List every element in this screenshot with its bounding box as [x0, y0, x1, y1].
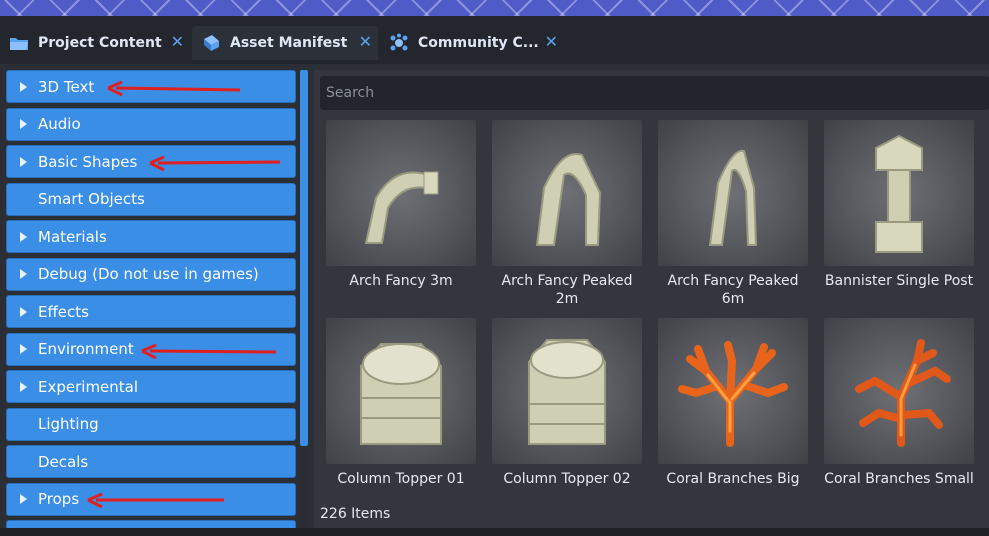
asset-label: Coral Branches Big [666, 471, 800, 487]
category-smart-objects[interactable]: Smart Objects [6, 182, 296, 216]
expand-triangle-icon[interactable] [20, 81, 27, 92]
category-label: Smart Objects [38, 190, 145, 208]
asset-card-coral-branches-small[interactable]: Coral Branches Small [824, 318, 974, 488]
arch-peaked-thin-icon [708, 149, 758, 246]
category-lighting[interactable]: Lighting [6, 407, 296, 441]
post-icon [875, 134, 923, 253]
category-label: 3D Text [38, 77, 95, 96]
expand-triangle-icon[interactable] [20, 494, 27, 504]
annotation-arrow-icon [141, 343, 277, 359]
category-experimental[interactable]: Experimental [6, 370, 296, 403]
asset-card-arch-fancy-3m[interactable]: Arch Fancy 3m [326, 120, 476, 290]
expand-triangle-icon[interactable] [20, 269, 27, 279]
asset-card-arch-fancy-peaked-2m[interactable]: Arch Fancy Peaked 2m [492, 120, 642, 308]
bottom-bar [0, 528, 989, 536]
asset-card-coral-branches-big[interactable]: Coral Branches Big [658, 318, 808, 488]
coral-icon [855, 339, 951, 447]
tab-project-content[interactable]: Project Content ✕ [0, 26, 190, 60]
category-sidebar: 3D Text Audio Basic Shapes Smart Objects… [6, 70, 298, 532]
community-icon [388, 32, 410, 54]
asset-thumbnail[interactable] [326, 318, 476, 464]
category-label: Props [38, 490, 80, 508]
asset-thumbnail[interactable] [658, 120, 808, 266]
asset-label: Bannister Single Post [824, 273, 974, 289]
asset-thumbnail[interactable] [492, 318, 642, 464]
search-input[interactable]: Search [320, 76, 989, 110]
asset-label: Arch Fancy 3m [349, 273, 453, 289]
tab-label: Project Content [38, 35, 162, 51]
asset-thumbnail[interactable] [492, 120, 642, 266]
arch-peaked-icon [535, 152, 602, 246]
category-label: Materials [38, 227, 107, 246]
tab-label: Community C... [418, 35, 539, 51]
book-icon [200, 32, 222, 54]
asset-label: Column Topper 02 [503, 471, 631, 487]
category-label: Lighting [38, 415, 99, 433]
category-decals[interactable]: Decals [6, 445, 296, 478]
expand-triangle-icon[interactable] [20, 306, 27, 317]
category-label: Basic Shapes [38, 152, 138, 171]
coral-icon [678, 341, 788, 447]
asset-card-column-topper-01[interactable]: Column Topper 01 [326, 318, 476, 488]
asset-thumbnail[interactable] [326, 120, 476, 266]
category-debug[interactable]: Debug (Do not use in games) [6, 257, 296, 291]
asset-label: Arch Fancy Peaked 6m [667, 273, 799, 307]
annotation-arrow-icon [87, 492, 224, 508]
expand-triangle-icon[interactable] [20, 156, 27, 167]
expand-triangle-icon[interactable] [20, 119, 27, 129]
close-icon[interactable]: ✕ [171, 32, 184, 51]
asset-card-bannister-single-post[interactable]: Bannister Single Post [824, 120, 974, 290]
expand-triangle-icon[interactable] [20, 231, 27, 242]
asset-card-column-topper-02[interactable]: Column Topper 02 [492, 318, 642, 488]
column-topper-icon [528, 339, 606, 445]
folder-icon [8, 32, 30, 54]
category-label: Environment [38, 340, 134, 358]
category-label: Experimental [38, 377, 139, 396]
expand-triangle-icon[interactable] [20, 381, 27, 392]
tab-label: Asset Manifest [230, 35, 348, 51]
tab-asset-manifest[interactable]: Asset Manifest ✕ [192, 26, 378, 60]
category-label: Audio [38, 115, 81, 133]
asset-label: Column Topper 01 [337, 471, 465, 487]
items-count: 226 Items [320, 506, 391, 522]
tab-bar: Project Content ✕ Asset Manifest ✕ Commu… [0, 16, 989, 64]
sidebar-scrollbar-thumb[interactable] [300, 70, 308, 446]
category-audio[interactable]: Audio [6, 107, 296, 141]
close-icon[interactable]: ✕ [359, 32, 372, 51]
annotation-arrow-icon [149, 155, 281, 171]
asset-card-arch-fancy-peaked-6m[interactable]: Arch Fancy Peaked 6m [658, 120, 808, 308]
asset-thumbnail[interactable] [658, 318, 808, 464]
category-label: Decals [38, 452, 89, 471]
close-icon[interactable]: ✕ [545, 32, 558, 51]
arch-icon [364, 171, 439, 244]
category-label: Effects [38, 302, 89, 321]
asset-label: Coral Branches Small [824, 471, 974, 487]
category-effects[interactable]: Effects [6, 295, 296, 328]
decorative-banner [0, 0, 989, 16]
column-topper-icon [360, 343, 442, 445]
asset-label: Arch Fancy Peaked 2m [501, 273, 633, 307]
annotation-arrow-icon [107, 81, 241, 97]
asset-thumbnail[interactable] [824, 120, 974, 266]
category-materials[interactable]: Materials [6, 220, 296, 253]
category-label: Debug (Do not use in games) [38, 265, 259, 283]
expand-triangle-icon[interactable] [20, 344, 27, 354]
tab-community-content[interactable]: Community C... ✕ [380, 26, 564, 60]
asset-thumbnail[interactable] [824, 318, 974, 464]
